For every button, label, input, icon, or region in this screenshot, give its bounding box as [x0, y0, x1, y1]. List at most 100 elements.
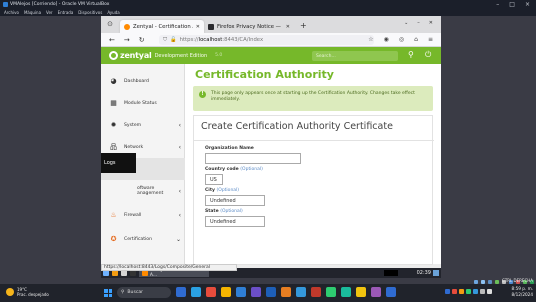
volume-icon[interactable]: [487, 289, 492, 294]
bookmark-star-icon[interactable]: ☆: [368, 36, 373, 43]
divider: [194, 140, 434, 141]
tab-firefox-privacy[interactable]: Firefox Privacy Notice — ✕: [204, 20, 294, 33]
sidebar-item-certification[interactable]: ✪ Certification ⌄: [101, 228, 185, 250]
store-icon[interactable]: [236, 287, 246, 297]
windows-start-icon[interactable]: [104, 289, 112, 297]
sidebar-item-software-management[interactable]: oftware anagement ‹: [101, 180, 185, 202]
tray-indicator: [384, 270, 398, 276]
state-field[interactable]: Undefined: [205, 216, 265, 227]
menu-dispositivos[interactable]: Dispositivos: [78, 10, 102, 15]
browser-navbar: ← → ↻ ⛉ 🔓 https://localhost:8443/CA/Inde…: [101, 33, 441, 47]
close-button[interactable]: ×: [525, 1, 530, 8]
sidebar-item-module-status[interactable]: ▦ Module Status: [101, 92, 185, 114]
menu-maquina[interactable]: Máquina: [24, 10, 41, 15]
pocket-icon[interactable]: ◉: [384, 36, 389, 43]
windows-search-input[interactable]: ⚲ Buscar: [117, 287, 171, 298]
organization-name-label: Organization Name: [205, 146, 254, 151]
edge-icon[interactable]: [191, 287, 201, 297]
reload-icon[interactable]: ↻: [139, 36, 145, 44]
minimize-button[interactable]: –: [496, 1, 499, 8]
city-field[interactable]: Undefined: [205, 195, 265, 206]
tray-icon[interactable]: [445, 289, 450, 294]
tab-label: Zentyal - Certification A: [133, 23, 193, 30]
link-status-url: https://localhost:8443/Logs/Composite/Ge…: [101, 264, 237, 271]
new-tab-button[interactable]: +: [300, 21, 307, 30]
zentyal-version: 5.0: [215, 53, 223, 58]
wifi-icon[interactable]: [480, 289, 485, 294]
powerpoint-icon[interactable]: [311, 287, 321, 297]
office-icon[interactable]: [206, 287, 216, 297]
firefox-view-icon[interactable]: ⊙: [104, 18, 116, 30]
search-label: Buscar: [127, 290, 144, 295]
excel-icon[interactable]: [326, 287, 336, 297]
sidebar-item-firewall[interactable]: ♨ Firewall ‹: [101, 204, 185, 226]
tab-list-icon[interactable]: ⌄: [404, 20, 408, 26]
insecure-lock-icon[interactable]: 🔓: [170, 37, 177, 43]
zentyal-header: zentyal Development Edition 5.0 Search..…: [101, 47, 441, 64]
logout-icon[interactable]: ⏻: [425, 50, 431, 60]
optical-drive-icon[interactable]: [481, 279, 485, 284]
chrome-icon[interactable]: [296, 287, 306, 297]
firewall-icon: ♨: [110, 211, 117, 219]
extensions-icon[interactable]: ⌂: [414, 36, 418, 43]
minimize-icon[interactable]: –: [417, 20, 420, 26]
hdd-icon[interactable]: [474, 279, 478, 284]
show-desktop-icon[interactable]: [433, 270, 439, 276]
menu-icon[interactable]: ≡: [428, 36, 433, 43]
info-notice: ! This page only appears once at startin…: [193, 86, 433, 111]
main-content: Certification Authority ! This page only…: [185, 64, 441, 265]
url-bar[interactable]: ⛉ 🔓 https://localhost:8443/CA/Index: [159, 35, 374, 45]
back-icon[interactable]: ←: [109, 36, 115, 44]
sidebar-item-dashboard[interactable]: ◕ Dashboard: [101, 70, 185, 92]
ca-form-panel: Organization Name Country code (Optional…: [193, 115, 434, 265]
tray-icon[interactable]: [452, 289, 457, 294]
sidebar-item-label: Dashboard: [124, 78, 149, 84]
country-code-label: Country code (Optional): [205, 167, 263, 172]
word-icon[interactable]: [266, 287, 276, 297]
shield-icon[interactable]: ⛉: [163, 37, 167, 44]
close-tab-icon[interactable]: ✕: [286, 24, 290, 30]
certificate-icon: ✪: [110, 235, 117, 243]
search-icon[interactable]: ⚲: [408, 50, 414, 59]
virtualbox-taskbar-icon[interactable]: [386, 287, 396, 297]
app-icon[interactable]: [281, 287, 291, 297]
tab-zentyal[interactable]: Zentyal - Certification A ✕: [120, 20, 204, 33]
windows-clock[interactable]: CTRL DERECHA 8:59 p. m. 8/12/2024: [502, 278, 533, 298]
country-code-field[interactable]: US: [205, 174, 223, 185]
close-tab-icon[interactable]: ✕: [196, 24, 200, 30]
sidebar-item-system[interactable]: ✹ System ‹: [101, 114, 185, 136]
city-label: City (Optional): [205, 188, 240, 193]
browser-window-controls: ⌄ – ✕: [404, 20, 433, 26]
zentyal-brand[interactable]: zentyal: [120, 51, 152, 60]
tray-icon[interactable]: [466, 289, 471, 294]
search-input[interactable]: Search...: [312, 51, 398, 61]
tray-icon[interactable]: [459, 289, 464, 294]
account-icon[interactable]: ◎: [399, 36, 404, 43]
pinned-apps: [176, 287, 396, 297]
sidebar-item-label: Firewall: [124, 212, 142, 218]
chevron-left-icon: ‹: [178, 143, 181, 151]
app-icon[interactable]: [341, 287, 351, 297]
app-icon[interactable]: [356, 287, 366, 297]
menu-archivo[interactable]: Archivo: [4, 10, 19, 15]
tab-label: Firefox Privacy Notice —: [217, 23, 281, 30]
vbox-window-controls: – □ ×: [496, 1, 530, 8]
forward-icon[interactable]: →: [124, 36, 130, 44]
network-adapter-icon[interactable]: [495, 279, 499, 284]
weather-widget[interactable]: 19°C Prac. despejado: [6, 287, 49, 297]
menu-ayuda[interactable]: Ayuda: [107, 10, 119, 15]
sun-icon: [6, 288, 14, 296]
organization-name-field[interactable]: [205, 153, 301, 164]
chevron-left-icon: ‹: [178, 187, 181, 195]
task-view-icon[interactable]: [176, 287, 186, 297]
maximize-button[interactable]: □: [509, 1, 515, 8]
close-window-icon[interactable]: ✕: [429, 20, 433, 26]
menu-ver[interactable]: Ver: [46, 10, 53, 15]
file-explorer-icon[interactable]: [221, 287, 231, 297]
zentyal-favicon-icon: [124, 23, 130, 30]
audio-icon[interactable]: [488, 279, 492, 284]
tray-icon[interactable]: [473, 289, 478, 294]
menu-entrada[interactable]: Entrada: [58, 10, 74, 15]
app-icon[interactable]: [371, 287, 381, 297]
teams-icon[interactable]: [251, 287, 261, 297]
